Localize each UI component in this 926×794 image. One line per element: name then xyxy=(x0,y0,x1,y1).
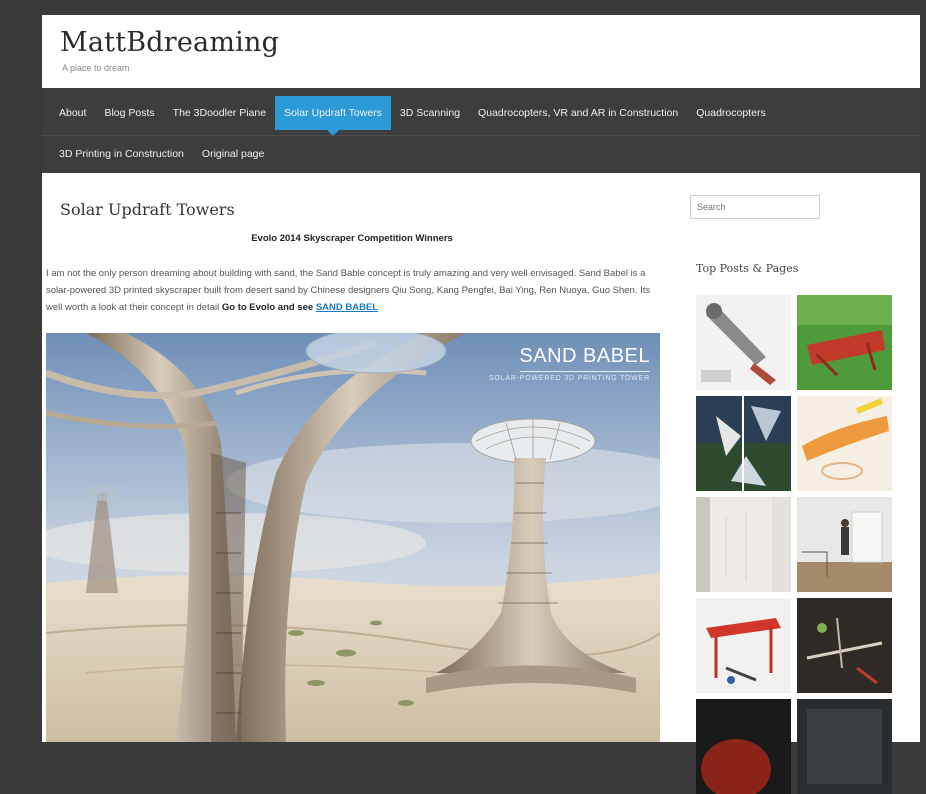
thumb-man-in-room[interactable] xyxy=(797,497,892,592)
thumb-robot-arm[interactable] xyxy=(696,295,791,390)
nav-item-3d-scanning[interactable]: 3D Scanning xyxy=(391,96,469,130)
nav-item-about[interactable]: About xyxy=(50,96,95,130)
post-title: Solar Updraft Towers xyxy=(60,200,235,219)
nav-row-2: 3D Printing in Construction Original pag… xyxy=(50,137,273,171)
sand-babel-link[interactable]: SAND BABEL xyxy=(316,302,378,313)
site-header: MattBdreaming A place to dream xyxy=(42,15,920,88)
thumb-red-printer-grass[interactable] xyxy=(797,295,892,390)
page: MattBdreaming A place to dream About Blo… xyxy=(42,15,920,794)
site-title[interactable]: MattBdreaming xyxy=(60,27,279,58)
nav-row-1: About Blog Posts The 3Doodler Piane Sola… xyxy=(50,96,775,136)
nav-item-blog-posts[interactable]: Blog Posts xyxy=(95,96,163,130)
nav-item-solar-updraft-towers[interactable]: Solar Updraft Towers xyxy=(275,96,391,136)
search-input[interactable] xyxy=(690,195,820,219)
thumb-printer-figures[interactable] xyxy=(797,598,892,693)
nav-item-quadrocopters-vr-ar[interactable]: Quadrocopters, VR and AR in Construction xyxy=(469,96,687,130)
thumb-abstract-forms[interactable] xyxy=(696,396,791,491)
nav-divider xyxy=(42,135,920,136)
thumb-dark-red[interactable] xyxy=(696,699,791,794)
site-tagline: A place to dream xyxy=(62,63,130,73)
top-posts-grid xyxy=(696,295,892,794)
thumb-red-gantry-printer[interactable] xyxy=(696,598,791,693)
hero-illustration xyxy=(46,333,660,742)
hero-subtitle: SOLAR-POWERED 3D PRINTING TOWER xyxy=(488,375,650,382)
hero-title: SAND BABEL xyxy=(519,345,650,367)
thumb-white-wall[interactable] xyxy=(696,497,791,592)
thumb-dark-grey[interactable] xyxy=(797,699,892,794)
nav-item-3d-printing-construction[interactable]: 3D Printing in Construction xyxy=(50,137,193,171)
thumb-orange-printed-object[interactable] xyxy=(797,396,892,491)
nav-item-original-page[interactable]: Original page xyxy=(193,137,273,171)
post-subtitle: Evolo 2014 Skyscraper Competition Winner… xyxy=(251,233,453,244)
post-paragraph: I am not the only person dreaming about … xyxy=(46,265,658,316)
post-cta-text: Go to Evolo and see xyxy=(221,302,314,313)
nav-item-3doodler[interactable]: The 3Doodler Piane xyxy=(164,96,275,130)
main-navigation: About Blog Posts The 3Doodler Piane Sola… xyxy=(42,88,920,173)
nav-item-quadrocopters[interactable]: Quadrocopters xyxy=(687,96,774,130)
top-posts-title: Top Posts & Pages xyxy=(696,262,799,275)
hero-image[interactable]: SAND BABEL SOLAR-POWERED 3D PRINTING TOW… xyxy=(46,333,660,742)
hero-divider xyxy=(520,371,650,372)
